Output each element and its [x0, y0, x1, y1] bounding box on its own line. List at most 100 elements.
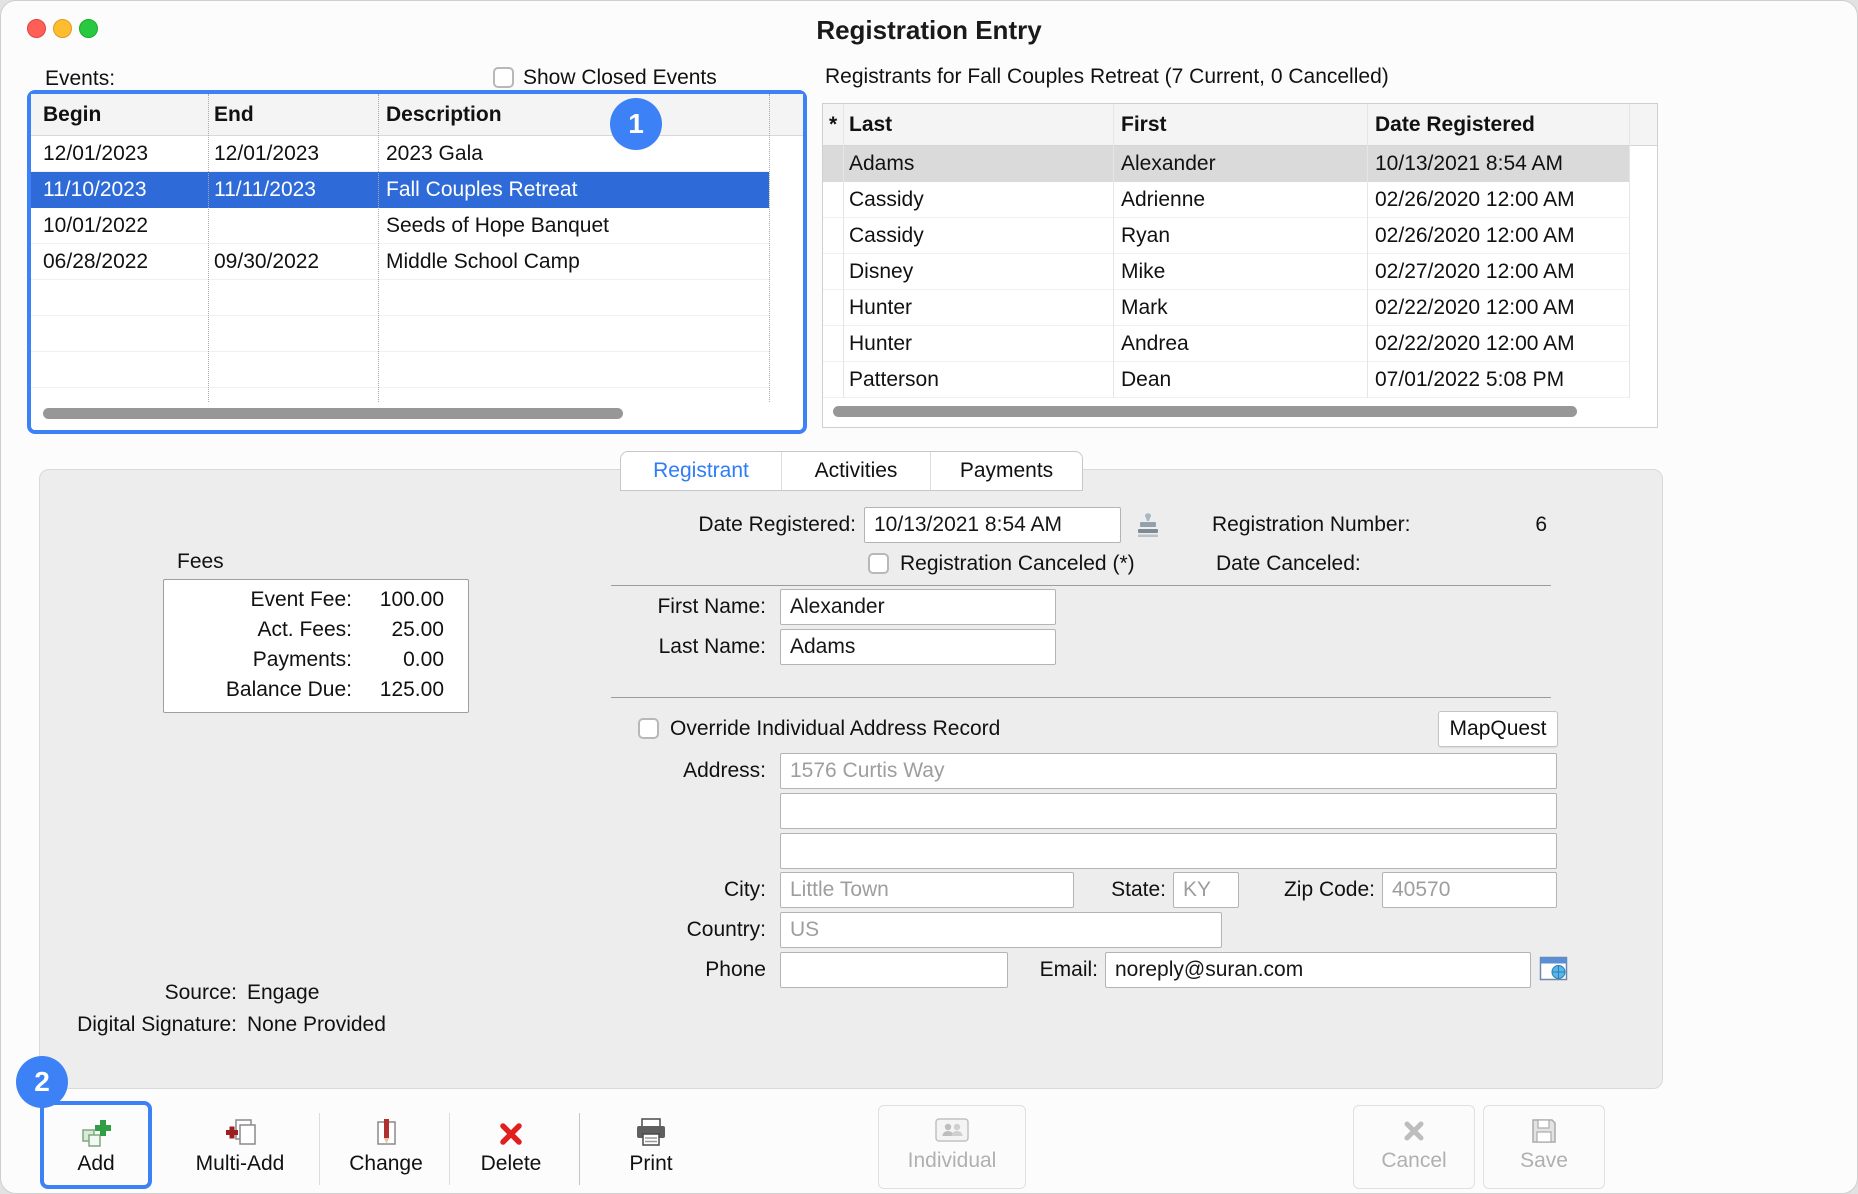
registrants-table: * Last First Date Registered Adams Alexa…	[822, 103, 1658, 428]
fee-value: 100.00	[352, 588, 444, 612]
event-row[interactable]: 06/28/2022 09/30/2022 Middle School Camp	[31, 244, 769, 280]
event-begin: 11/10/2023	[43, 172, 147, 207]
registrant-row[interactable]: Patterson Dean 07/01/2022 5:08 PM	[823, 362, 1629, 398]
fee-label: Event Fee:	[164, 588, 352, 612]
last-name-input[interactable]	[780, 629, 1056, 665]
registrants-column-first[interactable]: First	[1121, 104, 1167, 145]
show-closed-events-checkbox[interactable]	[493, 67, 514, 88]
registrant-last: Hunter	[849, 290, 912, 325]
first-name-label: First Name:	[521, 589, 766, 625]
multi-add-label: Multi-Add	[196, 1152, 285, 1176]
save-button: Save	[1483, 1105, 1605, 1189]
digital-signature-value: None Provided	[247, 1013, 386, 1037]
registrants-column-date-registered[interactable]: Date Registered	[1375, 104, 1535, 145]
registrant-last: Adams	[849, 146, 914, 181]
zip-code-input[interactable]	[1382, 872, 1557, 908]
cancel-button: Cancel	[1353, 1105, 1475, 1189]
state-input[interactable]	[1173, 872, 1239, 908]
country-label: Country:	[521, 912, 766, 948]
window-title: Registration Entry	[1, 15, 1857, 46]
individual-button: Individual	[878, 1105, 1026, 1189]
address-line2-input[interactable]	[780, 793, 1557, 829]
address-label: Address:	[521, 753, 766, 789]
last-name-label: Last Name:	[521, 629, 766, 665]
registration-canceled-checkbox[interactable]	[868, 553, 889, 574]
registrants-column-last[interactable]: Last	[849, 104, 892, 145]
event-description: 2023 Gala	[386, 136, 483, 171]
city-input[interactable]	[780, 872, 1074, 908]
save-label: Save	[1520, 1149, 1568, 1173]
registrants-horizontal-scrollbar[interactable]	[833, 406, 1577, 417]
registrant-last: Disney	[849, 254, 913, 289]
tab-registrant[interactable]: Registrant	[621, 452, 781, 490]
registrant-row[interactable]: Disney Mike 02/27/2020 12:00 AM	[823, 254, 1629, 290]
event-row-empty	[31, 280, 769, 316]
event-begin: 10/01/2022	[43, 208, 148, 243]
event-row[interactable]: 10/01/2022 Seeds of Hope Banquet	[31, 208, 769, 244]
detail-tabs: Registrant Activities Payments	[620, 451, 1083, 491]
email-icon[interactable]	[1539, 954, 1569, 989]
date-canceled-label: Date Canceled:	[1216, 552, 1361, 576]
events-horizontal-scrollbar[interactable]	[43, 408, 623, 419]
registrant-row-selected[interactable]: Adams Alexander 10/13/2021 8:54 AM	[823, 146, 1629, 182]
registrant-date: 07/01/2022 5:08 PM	[1375, 362, 1564, 397]
registrant-date: 02/26/2020 12:00 AM	[1375, 218, 1575, 253]
events-column-end[interactable]: End	[214, 94, 254, 135]
column-divider	[1367, 104, 1368, 398]
tab-activities[interactable]: Activities	[781, 452, 930, 490]
multi-add-button[interactable]: Multi-Add	[185, 1109, 295, 1191]
registrant-row[interactable]: Hunter Mark 02/22/2020 12:00 AM	[823, 290, 1629, 326]
events-column-description[interactable]: Description	[386, 94, 502, 135]
event-row-selected[interactable]: 11/10/2023 11/11/2023 Fall Couples Retre…	[31, 172, 769, 208]
print-button[interactable]: Print	[596, 1109, 706, 1191]
phone-input[interactable]	[780, 952, 1008, 988]
date-stamp-icon[interactable]	[1134, 511, 1162, 544]
address-line3-input[interactable]	[780, 833, 1557, 869]
fee-label: Payments:	[164, 648, 352, 672]
annotation-badge-2: 2	[16, 1056, 68, 1108]
mapquest-button[interactable]: MapQuest	[1438, 711, 1558, 747]
delete-button[interactable]: Delete	[456, 1109, 566, 1191]
fee-value: 0.00	[352, 648, 444, 672]
country-input[interactable]	[780, 912, 1222, 948]
registrant-first: Alexander	[1121, 146, 1216, 181]
state-label: State:	[1086, 872, 1166, 908]
event-end: 09/30/2022	[214, 244, 319, 279]
event-begin: 12/01/2023	[43, 136, 148, 171]
date-registered-input[interactable]	[864, 507, 1121, 543]
address-line1-input[interactable]	[780, 753, 1557, 789]
cancel-icon	[1399, 1106, 1429, 1146]
events-annotation-box: Begin End Description 12/01/2023 12/01/2…	[27, 90, 807, 434]
registrant-first: Dean	[1121, 362, 1171, 397]
tab-payments[interactable]: Payments	[930, 452, 1082, 490]
column-divider	[1113, 104, 1114, 398]
email-label: Email:	[1011, 952, 1098, 988]
change-button[interactable]: Change	[331, 1109, 441, 1191]
event-end: 12/01/2023	[214, 136, 319, 171]
registrant-first: Mark	[1121, 290, 1168, 325]
registrant-last: Cassidy	[849, 182, 924, 217]
registrant-date: 02/22/2020 12:00 AM	[1375, 326, 1575, 361]
first-name-input[interactable]	[780, 589, 1056, 625]
registrants-column-cancelled[interactable]: *	[829, 104, 837, 145]
event-row-empty	[31, 352, 769, 388]
zip-code-label: Zip Code:	[1239, 872, 1375, 908]
annotation-badge-1: 1	[610, 98, 662, 150]
event-row[interactable]: 12/01/2023 12/01/2023 2023 Gala	[31, 136, 769, 172]
digital-signature-label: Digital Signature:	[31, 1013, 237, 1037]
registrant-row[interactable]: Cassidy Ryan 02/26/2020 12:00 AM	[823, 218, 1629, 254]
separator	[611, 585, 1551, 586]
registration-number-value: 6	[1451, 507, 1547, 543]
events-column-begin[interactable]: Begin	[43, 94, 101, 135]
override-address-checkbox[interactable]	[638, 718, 659, 739]
registrants-heading: Registrants for Fall Couples Retreat (7 …	[825, 65, 1389, 89]
change-icon	[370, 1109, 402, 1149]
registrant-row[interactable]: Cassidy Adrienne 02/26/2020 12:00 AM	[823, 182, 1629, 218]
city-label: City:	[521, 872, 766, 908]
column-divider	[843, 104, 844, 398]
email-input[interactable]	[1105, 952, 1531, 988]
events-table-header: Begin End Description	[31, 94, 803, 136]
event-end: 11/11/2023	[214, 172, 316, 207]
fee-value: 125.00	[352, 678, 444, 702]
registrant-row[interactable]: Hunter Andrea 02/22/2020 12:00 AM	[823, 326, 1629, 362]
